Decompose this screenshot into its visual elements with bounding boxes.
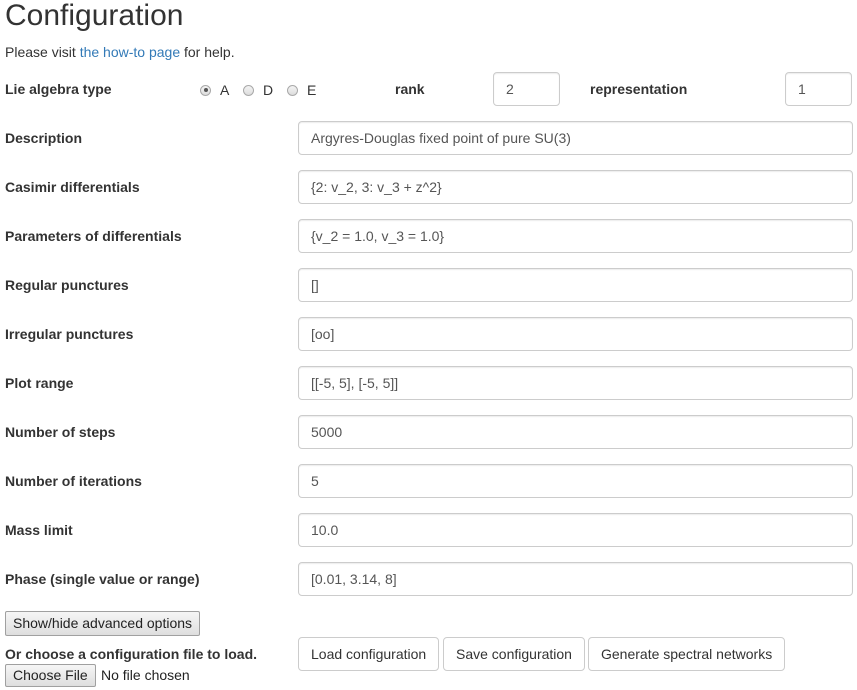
mass-limit-label: Mass limit xyxy=(5,522,73,538)
radio-a-button[interactable] xyxy=(200,84,211,96)
lie-algebra-label: Lie algebra type xyxy=(5,81,112,97)
file-prompt: Or choose a configuration file to load. xyxy=(5,646,258,662)
radio-e-label: E xyxy=(307,82,317,98)
representation-input[interactable] xyxy=(785,72,852,106)
save-configuration-button[interactable]: Save configuration xyxy=(443,637,585,671)
steps-input[interactable] xyxy=(298,415,853,449)
load-configuration-button[interactable]: Load configuration xyxy=(298,637,440,671)
generate-networks-button[interactable]: Generate spectral networks xyxy=(588,637,786,671)
description-input[interactable] xyxy=(298,121,853,155)
regular-punctures-label: Regular punctures xyxy=(5,277,129,293)
radio-d-label: D xyxy=(263,82,274,98)
radio-a[interactable]: A xyxy=(200,82,229,98)
how-to-link[interactable]: the how-to page xyxy=(80,44,180,60)
description-label: Description xyxy=(5,130,83,146)
radio-e-button[interactable] xyxy=(287,84,298,96)
parameters-input[interactable] xyxy=(298,219,853,253)
rank-input[interactable] xyxy=(493,72,560,106)
parameters-label: Parameters of differentials xyxy=(5,228,182,244)
phase-label: Phase (single value or range) xyxy=(5,571,200,587)
help-suffix: for help. xyxy=(180,44,235,60)
choose-file-button[interactable]: Choose File xyxy=(5,664,96,687)
rank-label: rank xyxy=(395,81,425,97)
iterations-input[interactable] xyxy=(298,464,853,498)
file-status: No file chosen xyxy=(101,667,190,683)
irregular-punctures-input[interactable] xyxy=(298,317,853,351)
advanced-options-button[interactable]: Show/hide advanced options xyxy=(5,611,201,636)
irregular-punctures-label: Irregular punctures xyxy=(5,326,134,342)
radio-d[interactable]: D xyxy=(243,82,273,98)
mass-limit-input[interactable] xyxy=(298,513,853,547)
casimir-label: Casimir differentials xyxy=(5,179,140,195)
help-text: Please visit the how-to page for help. xyxy=(5,43,235,61)
steps-label: Number of steps xyxy=(5,424,116,440)
help-prefix: Please visit xyxy=(5,44,80,60)
representation-label: representation xyxy=(590,81,688,97)
plot-range-label: Plot range xyxy=(5,375,74,391)
radio-a-label: A xyxy=(220,82,230,98)
iterations-label: Number of iterations xyxy=(5,473,142,489)
plot-range-input[interactable] xyxy=(298,366,853,400)
radio-d-button[interactable] xyxy=(243,84,254,96)
regular-punctures-input[interactable] xyxy=(298,268,853,302)
page-title: Configuration xyxy=(5,0,184,32)
casimir-input[interactable] xyxy=(298,170,853,204)
phase-input[interactable] xyxy=(298,562,853,596)
radio-e[interactable]: E xyxy=(287,82,316,98)
